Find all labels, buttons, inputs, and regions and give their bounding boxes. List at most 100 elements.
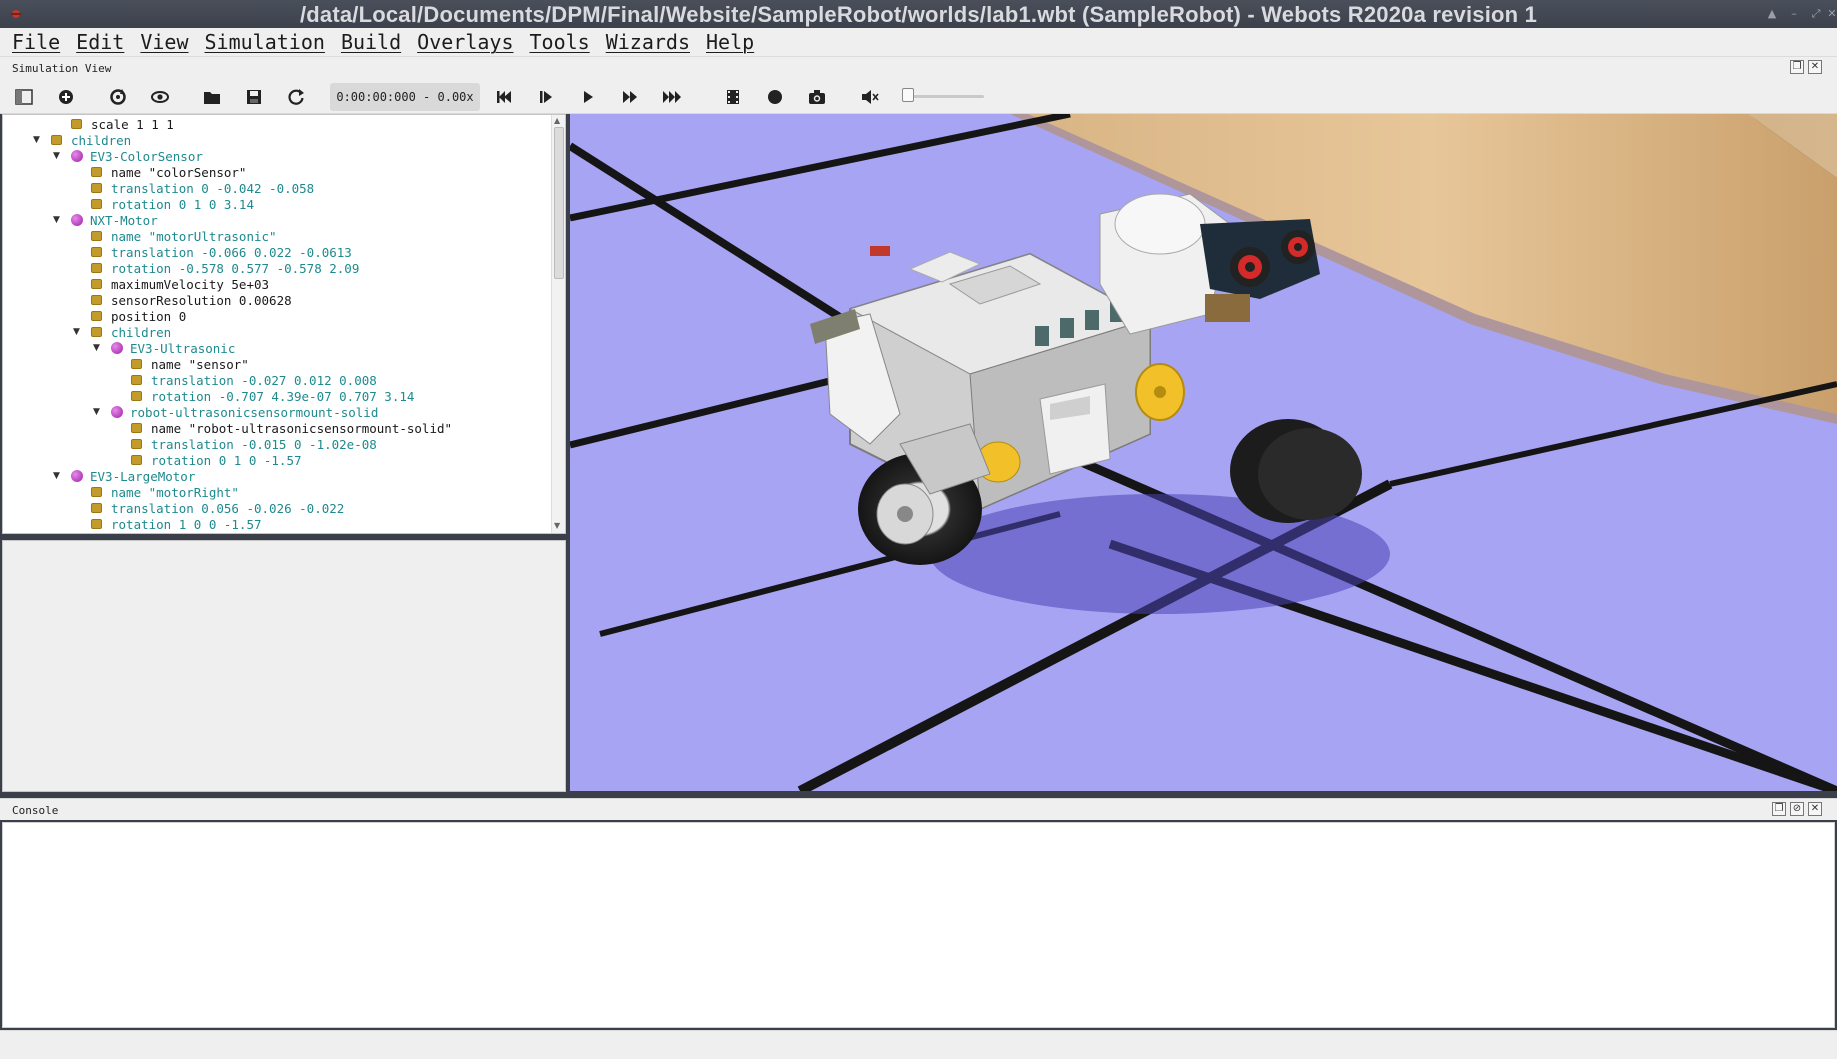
save-world-icon[interactable] (241, 84, 267, 110)
clear-console-icon[interactable]: ⊘ (1790, 802, 1804, 816)
field-icon (91, 327, 102, 337)
tree-row-label: scale 1 1 1 (91, 116, 174, 132)
field-icon (91, 183, 102, 193)
field-icon (131, 439, 142, 449)
tree-field-row[interactable]: ▼ children (73, 324, 171, 340)
scroll-down-icon[interactable]: ▼ (554, 521, 560, 530)
tree-field-row[interactable]: rotation -0.578 0.577 -0.578 2.09 (73, 260, 359, 276)
tree-node-row[interactable]: ▼ EV3-LargeMotor (53, 468, 195, 484)
expand-arrow-icon[interactable]: ▼ (93, 343, 103, 353)
tree-row-label: name "motorUltrasonic" (111, 228, 277, 244)
scene-tree[interactable]: scale 1 1 1 ▼ children ▼ EV3-ColorSensor name… (2, 114, 566, 534)
record-animation-icon[interactable] (762, 84, 788, 110)
close-console-icon[interactable]: ✕ (1808, 802, 1822, 816)
open-world-icon[interactable] (199, 84, 225, 110)
field-icon (91, 247, 102, 257)
tree-field-row[interactable]: name "robot-ultrasonicsensormount-solid" (113, 420, 452, 436)
tree-row-label: translation 0 -0.042 -0.058 (111, 180, 315, 196)
expand-arrow-icon[interactable]: ▼ (53, 151, 63, 161)
tree-field-row[interactable]: rotation 0 1 0 3.14 (73, 196, 254, 212)
3d-view[interactable] (570, 114, 1837, 791)
tree-field-row[interactable]: rotation 1 0 0 -1.57 (73, 516, 262, 532)
field-icon (131, 375, 142, 385)
proto-node-icon (71, 470, 83, 482)
tree-row-label: maximumVelocity 5e+03 (111, 276, 270, 292)
tree-field-row[interactable]: name "motorUltrasonic" (73, 228, 277, 244)
expand-arrow-icon[interactable]: ▼ (53, 215, 63, 225)
tree-row-label: rotation 1 0 0 -1.57 (111, 516, 262, 532)
tree-field-row[interactable]: rotation 0 1 0 -1.57 (113, 452, 302, 468)
field-icon (51, 135, 62, 145)
menu-help[interactable]: Help (700, 30, 760, 54)
menu-view[interactable]: View (134, 30, 194, 54)
window-maximize-icon[interactable]: ⤢ (1808, 6, 1824, 22)
run-fastest-icon[interactable] (659, 84, 685, 110)
window-shade-icon[interactable]: ▲ (1764, 6, 1780, 22)
menu-build[interactable]: Build (335, 30, 407, 54)
simulation-view-label: Simulation View (12, 62, 112, 75)
tree-row-label: translation -0.066 0.022 -0.0613 (111, 244, 352, 260)
tree-row-label: name "colorSensor" (111, 164, 247, 180)
tree-field-row[interactable]: translation -0.015 0 -1.02e-08 (113, 436, 377, 452)
step-back-icon[interactable] (491, 84, 517, 110)
sound-volume-slider[interactable] (902, 88, 984, 102)
scene-tree-scrollbar[interactable]: ▲ ▼ (551, 115, 565, 533)
menu-file[interactable]: File (6, 30, 66, 54)
add-node-icon[interactable] (53, 84, 79, 110)
menu-edit[interactable]: Edit (70, 30, 130, 54)
tree-node-row[interactable]: ▼ robot-ultrasonicsensormount-solid (93, 404, 378, 420)
field-icon (131, 391, 142, 401)
window-minimize-icon[interactable]: – (1786, 6, 1802, 22)
expand-arrow-icon[interactable]: ▼ (33, 135, 43, 145)
tree-field-row[interactable]: position 0 (73, 308, 186, 324)
tree-field-row[interactable]: rotation -0.707 4.39e-07 0.707 3.14 (113, 388, 414, 404)
tree-row-label: position 0 (111, 308, 187, 324)
tree-field-row[interactable]: ▼ children (33, 132, 131, 148)
menu-tools[interactable]: Tools (523, 30, 595, 54)
make-movie-icon[interactable] (720, 84, 746, 110)
reset-simulation-icon[interactable] (283, 84, 309, 110)
view-icon[interactable] (147, 84, 173, 110)
window-close-icon[interactable]: ✕ (1826, 6, 1837, 22)
field-icon (91, 519, 102, 529)
tree-field-row[interactable]: translation 0 -0.042 -0.058 (73, 180, 314, 196)
tree-row-label: rotation -0.578 0.577 -0.578 2.09 (111, 260, 360, 276)
scene-tree-toggle-icon[interactable] (11, 84, 37, 110)
tree-field-row[interactable]: translation 0.056 -0.026 -0.022 (73, 500, 344, 516)
console-header: Console ❐ ⊘ ✕ (0, 798, 1837, 820)
tree-field-row[interactable]: name "colorSensor" (73, 164, 246, 180)
proto-node-icon (111, 406, 123, 418)
tree-field-row[interactable]: name "sensor" (113, 356, 249, 372)
scroll-up-icon[interactable]: ▲ (554, 116, 560, 125)
scene-tree-scrollbar-thumb[interactable] (554, 127, 564, 279)
float-console-icon[interactable]: ❐ (1772, 802, 1786, 816)
tree-field-row[interactable]: sensorResolution 0.00628 (73, 292, 292, 308)
tree-field-row[interactable]: translation -0.066 0.022 -0.0613 (73, 244, 352, 260)
field-icon (131, 455, 142, 465)
reload-icon[interactable] (105, 84, 131, 110)
mute-icon[interactable] (856, 84, 882, 110)
tree-row-label: EV3-ColorSensor (90, 148, 203, 164)
tree-node-row[interactable]: ▼ EV3-ColorSensor (53, 148, 203, 164)
step-icon[interactable] (533, 84, 559, 110)
tree-field-row[interactable]: scale 1 1 1 (53, 116, 174, 132)
float-panel-icon[interactable]: ❐ (1790, 60, 1804, 74)
sound-volume-slider-handle[interactable] (902, 88, 914, 102)
menu-wizards[interactable]: Wizards (600, 30, 696, 54)
tree-field-row[interactable]: translation -0.027 0.012 0.008 (113, 372, 377, 388)
expand-arrow-icon[interactable]: ▼ (53, 471, 63, 481)
expand-arrow-icon[interactable]: ▼ (73, 327, 83, 337)
run-fast-icon[interactable] (617, 84, 643, 110)
menu-simulation[interactable]: Simulation (199, 30, 331, 54)
menu-overlays[interactable]: Overlays (411, 30, 519, 54)
tree-node-row[interactable]: ▼ EV3-Ultrasonic (93, 340, 235, 356)
tree-node-row[interactable]: ▼ NXT-Motor (53, 212, 158, 228)
tree-field-row[interactable]: name "motorRight" (73, 484, 239, 500)
expand-arrow-icon[interactable]: ▼ (93, 407, 103, 417)
close-panel-icon[interactable]: ✕ (1808, 60, 1822, 74)
screenshot-icon[interactable] (804, 84, 830, 110)
field-editor (2, 540, 566, 792)
console-output[interactable] (2, 822, 1835, 1028)
tree-field-row[interactable]: maximumVelocity 5e+03 (73, 276, 269, 292)
run-realtime-icon[interactable] (575, 84, 601, 110)
